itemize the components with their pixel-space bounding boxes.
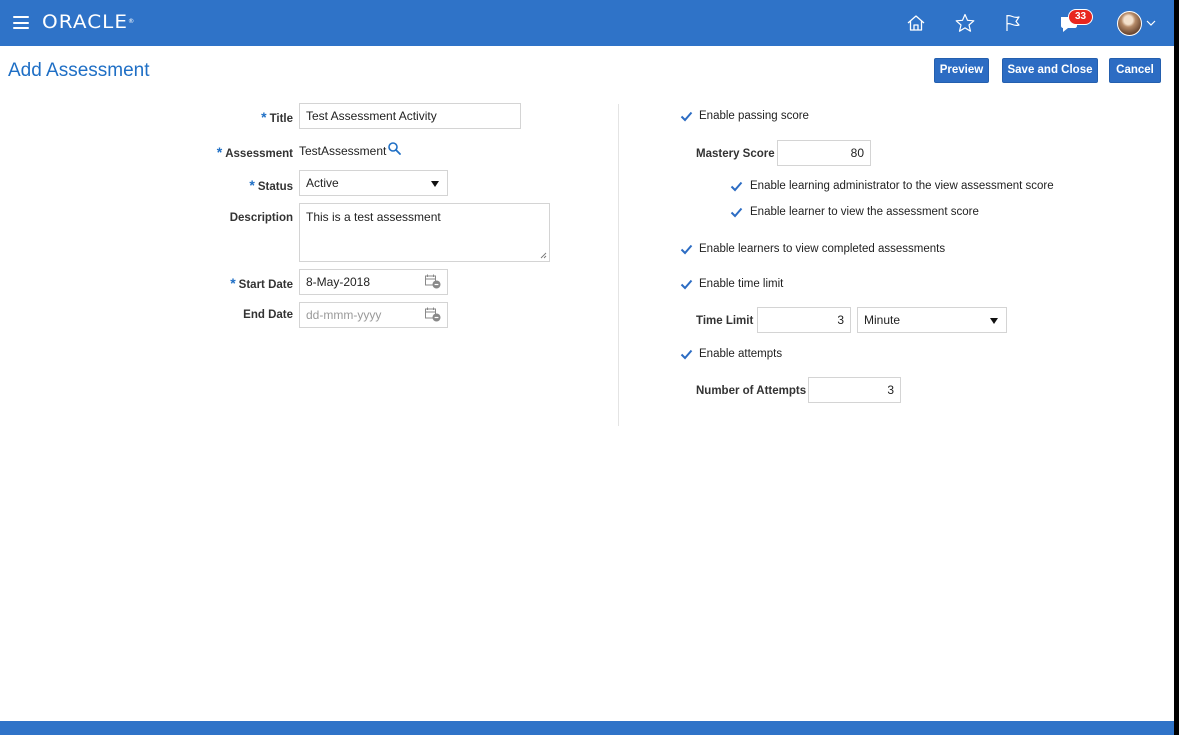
cancel-button[interactable]: Cancel [1109,58,1161,83]
enable-learner-view-score-checkbox[interactable] [730,206,743,219]
end-date-label: End Date [243,309,293,321]
dropdown-arrow-icon[interactable] [990,318,998,324]
resize-handle-icon[interactable] [540,252,547,259]
start-date-value: 8-May-2018 [306,275,371,289]
enable-attempts-checkbox[interactable] [680,348,693,361]
status-label: * Status [249,177,293,193]
column-divider [618,104,619,426]
enable-time-limit-checkbox[interactable] [680,278,693,291]
number-of-attempts-field[interactable]: 3 [808,377,901,403]
required-marker: * [261,109,267,125]
chevron-down-icon[interactable] [1146,19,1156,27]
title-field[interactable]: Test Assessment Activity [299,103,521,129]
page-title: Add Assessment [8,60,150,81]
save-and-close-button[interactable]: Save and Close [1002,58,1098,83]
mastery-score-label: Mastery Score [696,148,775,160]
flag-icon[interactable] [1001,11,1025,35]
calendar-icon[interactable] [424,306,442,322]
enable-time-limit-label: Enable time limit [699,278,784,290]
app-window: ORACLE® 33 Add Assessment Preview Save a… [0,0,1174,735]
enable-completed-assessments-checkbox[interactable] [680,243,693,256]
home-icon[interactable] [904,11,928,35]
time-unit-selected-value: Minute [864,313,901,327]
footer-bar [0,721,1174,735]
enable-attempts-label: Enable attempts [699,348,783,360]
dropdown-arrow-icon[interactable] [431,181,439,187]
calendar-icon[interactable] [424,273,442,289]
time-limit-label: Time Limit [696,315,754,327]
star-icon[interactable] [953,11,977,35]
time-limit-field[interactable]: 3 [757,307,851,333]
top-navigation-bar: ORACLE® 33 [0,0,1174,46]
status-selected-value: Active [306,176,339,190]
required-marker: * [216,144,223,160]
description-textarea[interactable]: This is a test assessment [299,203,550,262]
end-date-placeholder: dd-mmm-yyyy [306,308,382,322]
user-avatar[interactable] [1117,11,1142,36]
number-of-attempts-label: Number of Attempts [696,385,807,397]
title-label: * Title [261,109,293,125]
preview-button[interactable]: Preview [934,58,989,83]
notification-count-badge[interactable]: 33 [1068,9,1093,25]
oracle-logo[interactable]: ORACLE® [42,11,135,33]
required-marker: * [249,177,255,193]
enable-passing-score-label: Enable passing score [699,110,809,122]
start-date-label: * Start Date [230,275,293,291]
window-edge [1174,0,1179,735]
description-text: This is a test assessment [306,210,441,224]
enable-admin-view-score-label: Enable learning administrator to the vie… [750,180,1054,192]
description-label: Description [229,212,293,224]
enable-completed-assessments-label: Enable learners to view completed assess… [699,243,946,255]
menu-icon[interactable] [13,16,29,29]
required-marker: * [230,275,236,291]
assessment-label: * Assessment [216,144,293,160]
status-select[interactable]: Active [299,170,448,196]
enable-admin-view-score-checkbox[interactable] [730,180,743,193]
enable-passing-score-checkbox[interactable] [680,110,693,123]
mastery-score-field[interactable]: 80 [777,140,871,166]
enable-learner-view-score-label: Enable learner to view the assessment sc… [750,206,979,218]
assessment-value: TestAssessment [299,144,387,158]
time-unit-select[interactable]: Minute [857,307,1007,333]
search-icon[interactable] [387,141,402,156]
